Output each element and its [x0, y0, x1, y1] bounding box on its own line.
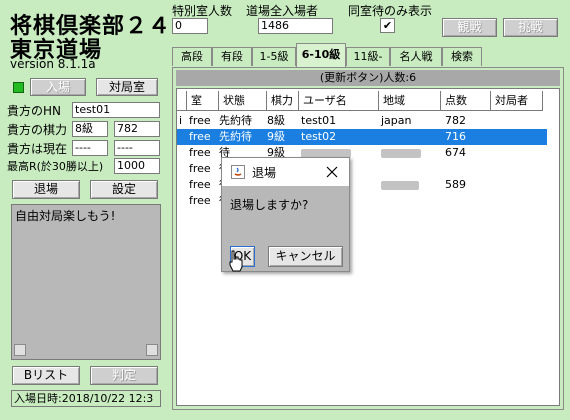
match-room-button[interactable]: 対局室	[96, 78, 158, 96]
cancel-button[interactable]: キャンセル	[268, 246, 343, 267]
points-cell: 716	[445, 130, 466, 143]
table-row-selected[interactable]: free 先約待 9級 test02 716	[177, 129, 547, 145]
spectate-button[interactable]: 観戦	[442, 18, 497, 37]
tab-search[interactable]: 検索	[442, 47, 482, 66]
column-room[interactable]: 室	[187, 91, 219, 111]
points-cell: 674	[445, 146, 466, 159]
challenge-button[interactable]: 挑戦	[503, 18, 558, 37]
enter-button[interactable]: 入場	[30, 78, 86, 96]
hn-field: test01	[72, 102, 160, 118]
room-cell: free	[189, 178, 211, 191]
column-marker	[177, 91, 187, 111]
table-row[interactable]: i free 先約待 8級 test01 japan 782	[177, 113, 547, 129]
hn-label: 貴方のHN	[7, 104, 62, 118]
column-username[interactable]: ユーザ名	[299, 91, 379, 111]
current-status-label: 貴方は現在	[7, 142, 68, 156]
settings-button[interactable]: 設定	[90, 180, 158, 199]
column-region[interactable]: 地域	[379, 91, 441, 111]
version-label: version 8.1.1a	[10, 57, 96, 71]
special-room-count-field: 0	[172, 18, 208, 34]
room-cell: free	[189, 162, 211, 175]
rank-cell: 9級	[267, 130, 285, 143]
chat-text: 自由対局楽しもう!	[15, 209, 116, 223]
dialog-titlebar: 退場	[222, 158, 349, 186]
hand-cursor-icon	[229, 250, 243, 272]
tab-6-10kyu[interactable]: 6-10級	[296, 43, 346, 67]
room-cell: free	[189, 146, 211, 159]
special-room-label: 特別室人数	[172, 4, 233, 18]
tab-meijinsen[interactable]: 名人戦	[390, 47, 442, 66]
tab-yudan[interactable]: 有段	[212, 47, 252, 66]
tab-kodan[interactable]: 高段	[172, 47, 212, 66]
redacted-region	[381, 149, 421, 158]
same-room-checkbox[interactable]: ✔	[380, 18, 395, 33]
chat-panel[interactable]: 自由対局楽しもう!	[11, 204, 161, 360]
current-status-field-2: ----	[114, 140, 160, 156]
close-icon[interactable]	[326, 166, 338, 178]
username-cell: test02	[301, 130, 337, 143]
blist-button[interactable]: Bリスト	[12, 366, 80, 385]
judge-button[interactable]: 判定	[90, 366, 158, 385]
redacted-region	[381, 181, 419, 190]
dojo-total-field: 1486	[258, 18, 333, 34]
dialog-message: 退場しますか?	[230, 198, 309, 212]
max-rating-label: 最高R(於30勝以上)	[7, 160, 104, 173]
rating-rank-field: 8級	[72, 121, 108, 137]
rating-label: 貴方の棋力	[7, 123, 68, 137]
room-cell: free	[189, 194, 211, 207]
tab-1-5kyu[interactable]: 1-5級	[252, 47, 296, 66]
rating-points-field: 782	[114, 121, 160, 137]
column-opponent[interactable]: 対局者	[491, 91, 543, 111]
status-cell: 先約待	[219, 130, 252, 143]
points-cell: 782	[445, 114, 466, 127]
status-cell: 先約待	[219, 114, 252, 127]
room-cell: free	[189, 130, 211, 143]
column-points[interactable]: 点数	[441, 91, 491, 111]
scroll-right-button[interactable]	[146, 344, 158, 356]
column-rank[interactable]: 棋力	[267, 91, 299, 111]
points-cell: 589	[445, 178, 466, 191]
exit-button[interactable]: 退場	[12, 180, 80, 199]
room-cell: free	[189, 114, 211, 127]
max-rating-field: 1000	[114, 158, 160, 174]
row-marker: i	[179, 114, 183, 127]
region-cell: japan	[381, 114, 412, 127]
refresh-header-button[interactable]: (更新ボタン)人数:6	[176, 70, 560, 86]
current-status-field-1: ----	[72, 140, 108, 156]
dojo-total-label: 道場全入場者	[246, 4, 319, 18]
same-room-label: 同室待のみ表示	[348, 4, 433, 18]
rank-cell: 8級	[267, 114, 285, 127]
scroll-left-button[interactable]	[14, 344, 26, 356]
username-cell: test01	[301, 114, 337, 127]
status-indicator-icon	[13, 82, 24, 93]
tab-11kyu[interactable]: 11級-	[346, 47, 390, 66]
column-status[interactable]: 状態	[219, 91, 267, 111]
entry-time-field: 入場日時:2018/10/22 12:3	[11, 390, 161, 407]
dialog-title: 退場	[252, 166, 277, 180]
java-app-icon	[231, 165, 245, 179]
